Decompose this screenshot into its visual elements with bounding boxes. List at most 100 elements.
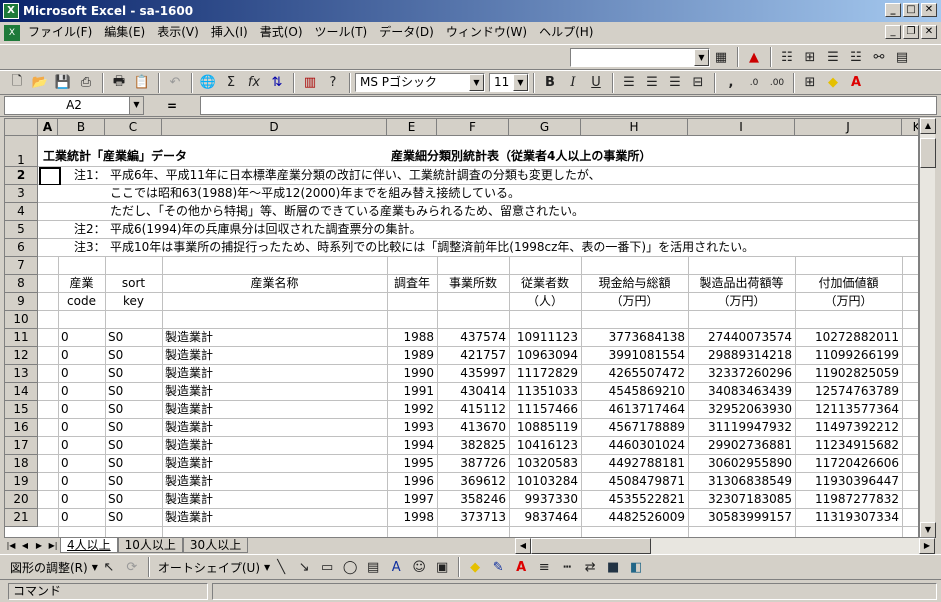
name-box[interactable]: A2 ▼ xyxy=(4,96,144,115)
picture-icon[interactable]: ▣ xyxy=(431,556,453,578)
bold-button[interactable]: B xyxy=(539,72,561,94)
menu-insert[interactable]: 挿入(I) xyxy=(205,23,254,42)
cell-establishments[interactable]: 358246 xyxy=(437,491,509,508)
row-header[interactable]: 18 xyxy=(5,455,38,473)
cell-name[interactable]: 製造業計 xyxy=(162,401,387,418)
cell-establishments[interactable]: 430414 xyxy=(437,383,509,400)
cell-key[interactable]: S0 xyxy=(105,419,162,436)
cell-key[interactable]: S0 xyxy=(105,401,162,418)
select-all-corner[interactable] xyxy=(5,119,38,136)
cell-year[interactable]: 1988 xyxy=(387,329,437,346)
cell-value-added[interactable]: 12113577364 xyxy=(795,401,902,418)
select-objects-icon[interactable]: ↖ xyxy=(98,556,120,578)
link-icon[interactable]: ⚯ xyxy=(868,46,890,68)
hyperlink-icon[interactable]: 🌐 xyxy=(197,72,219,94)
align-right-icon[interactable]: ☰ xyxy=(664,72,686,94)
new-icon[interactable]: 🗋 xyxy=(6,72,28,94)
cell-payroll[interactable]: 3773684138 xyxy=(581,329,688,346)
cell-payroll[interactable]: 4613717464 xyxy=(581,401,688,418)
cell-name[interactable]: 製造業計 xyxy=(162,455,387,472)
save-icon[interactable]: 💾 xyxy=(52,72,74,94)
increase-decimal-icon[interactable]: .0 xyxy=(743,72,765,94)
cell-year[interactable]: 1992 xyxy=(387,401,437,418)
row-header[interactable]: 3 xyxy=(5,185,38,203)
cell-key[interactable]: S0 xyxy=(105,347,162,364)
cell-payroll[interactable]: 4535522821 xyxy=(581,491,688,508)
toolbar-icon-a[interactable]: ▦ xyxy=(710,46,732,68)
decrease-decimal-icon[interactable]: .00 xyxy=(766,72,788,94)
font-size-select[interactable]: 11 ▼ xyxy=(489,73,529,92)
cell-code[interactable]: 0 xyxy=(58,401,105,418)
grid-icon-3[interactable]: ☰ xyxy=(822,46,844,68)
cell-code[interactable]: 0 xyxy=(58,383,105,400)
minimize-button[interactable]: _ xyxy=(885,3,901,17)
doc-close-button[interactable]: ✕ xyxy=(921,25,937,39)
cell-code[interactable]: 0 xyxy=(58,437,105,454)
cell-year[interactable]: 1995 xyxy=(387,455,437,472)
menu-window[interactable]: ウィンドウ(W) xyxy=(440,23,533,42)
menu-format[interactable]: 書式(O) xyxy=(254,23,309,42)
row-header[interactable]: 8 xyxy=(5,275,38,293)
cell-code[interactable]: 0 xyxy=(58,473,105,490)
column-header-d[interactable]: D xyxy=(162,119,387,136)
row-header[interactable]: 2 xyxy=(5,167,38,185)
doc-minimize-button[interactable]: _ xyxy=(885,25,901,39)
line-icon[interactable]: ╲ xyxy=(270,556,292,578)
font-color-icon[interactable]: A xyxy=(845,72,867,94)
cell-employees[interactable]: 9837464 xyxy=(509,509,581,526)
workbook-icon[interactable]: X xyxy=(4,24,20,41)
scroll-right-button[interactable]: ▶ xyxy=(919,537,935,554)
row-header[interactable]: 6 xyxy=(5,239,38,257)
cell-payroll[interactable]: 4460301024 xyxy=(581,437,688,454)
row-header[interactable]: 19 xyxy=(5,473,38,491)
cell-year[interactable]: 1989 xyxy=(387,347,437,364)
excel-icon[interactable]: X xyxy=(3,3,19,19)
grid-icon-2[interactable]: ⊞ xyxy=(799,46,821,68)
italic-button[interactable]: I xyxy=(562,72,584,94)
cell-key[interactable]: S0 xyxy=(105,365,162,382)
draw-menu[interactable]: 図形の調整(R) xyxy=(6,559,92,576)
column-header-b[interactable]: B xyxy=(58,119,105,136)
fill-color-icon[interactable]: ◆ xyxy=(464,556,486,578)
cell-value-added[interactable]: 11319307334 xyxy=(795,509,902,526)
cell-year[interactable]: 1991 xyxy=(387,383,437,400)
column-header-h[interactable]: H xyxy=(581,119,688,136)
formula-input[interactable] xyxy=(200,96,937,115)
row-header[interactable]: 12 xyxy=(5,347,38,365)
oval-icon[interactable]: ◯ xyxy=(339,556,361,578)
column-header-e[interactable]: E xyxy=(387,119,437,136)
cell-name[interactable]: 製造業計 xyxy=(162,437,387,454)
cell-payroll[interactable]: 4265507472 xyxy=(581,365,688,382)
row-header[interactable]: 15 xyxy=(5,401,38,419)
horizontal-scrollbar[interactable]: ◀ ▶ xyxy=(515,537,935,554)
cell-payroll[interactable]: 4545869210 xyxy=(581,383,688,400)
menu-data[interactable]: データ(D) xyxy=(373,23,440,42)
row-header[interactable]: 11 xyxy=(5,329,38,347)
menu-help[interactable]: ヘルプ(H) xyxy=(533,23,599,42)
row-header[interactable]: 17 xyxy=(5,437,38,455)
comma-style-icon[interactable]: , xyxy=(720,72,742,94)
print-icon[interactable]: 🖶 xyxy=(108,72,130,94)
undo-icon[interactable]: ↶ xyxy=(164,72,186,94)
cell-name[interactable]: 製造業計 xyxy=(162,473,387,490)
cell-shipments[interactable]: 31306838549 xyxy=(688,473,795,490)
cell-employees[interactable]: 11351033 xyxy=(509,383,581,400)
hscroll-thumb[interactable] xyxy=(531,537,651,554)
cell-employees[interactable]: 11157466 xyxy=(509,401,581,418)
permission-icon[interactable]: ⎙ xyxy=(75,72,97,94)
cell-key[interactable]: S0 xyxy=(105,383,162,400)
cell-value-added[interactable]: 11987277832 xyxy=(795,491,902,508)
chart-wizard-icon[interactable]: ▥ xyxy=(299,72,321,94)
function-icon[interactable]: fx xyxy=(243,72,265,94)
cell-employees[interactable]: 9937330 xyxy=(509,491,581,508)
row-header[interactable]: 4 xyxy=(5,203,38,221)
autosum-icon[interactable]: Σ xyxy=(220,72,242,94)
cell-shipments[interactable]: 32307183085 xyxy=(688,491,795,508)
row-header[interactable]: 5 xyxy=(5,221,38,239)
cell-year[interactable]: 1993 xyxy=(387,419,437,436)
cell-year[interactable]: 1994 xyxy=(387,437,437,454)
underline-button[interactable]: U xyxy=(585,72,607,94)
cell-establishments[interactable]: 413670 xyxy=(437,419,509,436)
align-center-icon[interactable]: ☰ xyxy=(641,72,663,94)
borders-icon[interactable]: ⊞ xyxy=(799,72,821,94)
